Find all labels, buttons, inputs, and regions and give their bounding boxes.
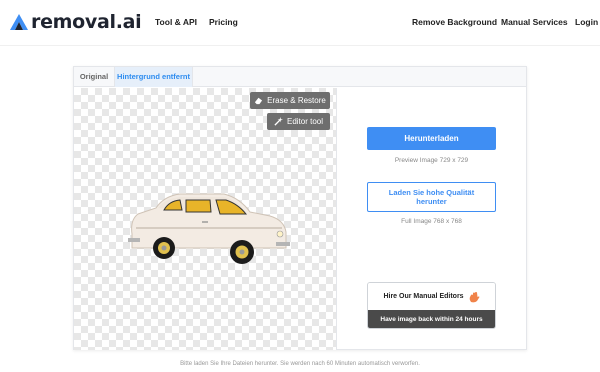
- nav-tool-api[interactable]: Tool & API: [155, 17, 197, 27]
- waving-hand-icon: [469, 291, 480, 302]
- erase-restore-label: Erase & Restore: [267, 96, 326, 105]
- erase-restore-button[interactable]: Erase & Restore: [250, 92, 330, 109]
- hire-editors-card[interactable]: Hire Our Manual Editors Have image back …: [367, 282, 496, 329]
- download-hq-label-1: Laden Sie hohe Qualität: [388, 188, 475, 197]
- download-hq-label-2: herunter: [416, 197, 447, 206]
- hire-editors-subtitle: Have image back within 24 hours: [368, 310, 495, 328]
- logo-text: removal.ai: [31, 11, 142, 33]
- nav-remove-background[interactable]: Remove Background: [412, 17, 497, 27]
- editor-tool-label: Editor tool: [286, 117, 324, 126]
- hire-editors-title: Hire Our Manual Editors: [383, 293, 464, 300]
- magic-wand-icon: [274, 117, 283, 126]
- preview-image-info: Preview Image 729 x 729: [394, 157, 469, 164]
- editor-tool-button[interactable]: Editor tool: [267, 113, 330, 130]
- panel-divider: [336, 88, 337, 350]
- hire-editors-title-row: Hire Our Manual Editors: [368, 283, 495, 310]
- footer-note: Bitte laden Sie Ihre Dateien herunter. S…: [180, 361, 420, 367]
- nav-login[interactable]: Login: [575, 17, 598, 27]
- tab-bar: Original Hintergrund entfernt: [74, 67, 526, 87]
- header: removal.ai Tool & API Pricing Remove Bac…: [0, 0, 600, 46]
- full-image-info: Full Image 768 x 768: [401, 218, 462, 225]
- nav-manual-services[interactable]: Manual Services: [501, 17, 568, 27]
- logo-icon: [10, 14, 28, 30]
- result-panel: Original Hintergrund entfernt Erase & Re…: [73, 66, 527, 350]
- eraser-icon: [255, 97, 263, 105]
- download-button[interactable]: Herunterladen: [367, 127, 496, 150]
- tab-background-removed[interactable]: Hintergrund entfernt: [115, 67, 193, 87]
- download-hq-button[interactable]: Laden Sie hohe Qualität herunter: [367, 182, 496, 212]
- nav-pricing[interactable]: Pricing: [209, 17, 238, 27]
- tab-original[interactable]: Original: [74, 67, 115, 87]
- logo[interactable]: removal.ai: [8, 10, 142, 34]
